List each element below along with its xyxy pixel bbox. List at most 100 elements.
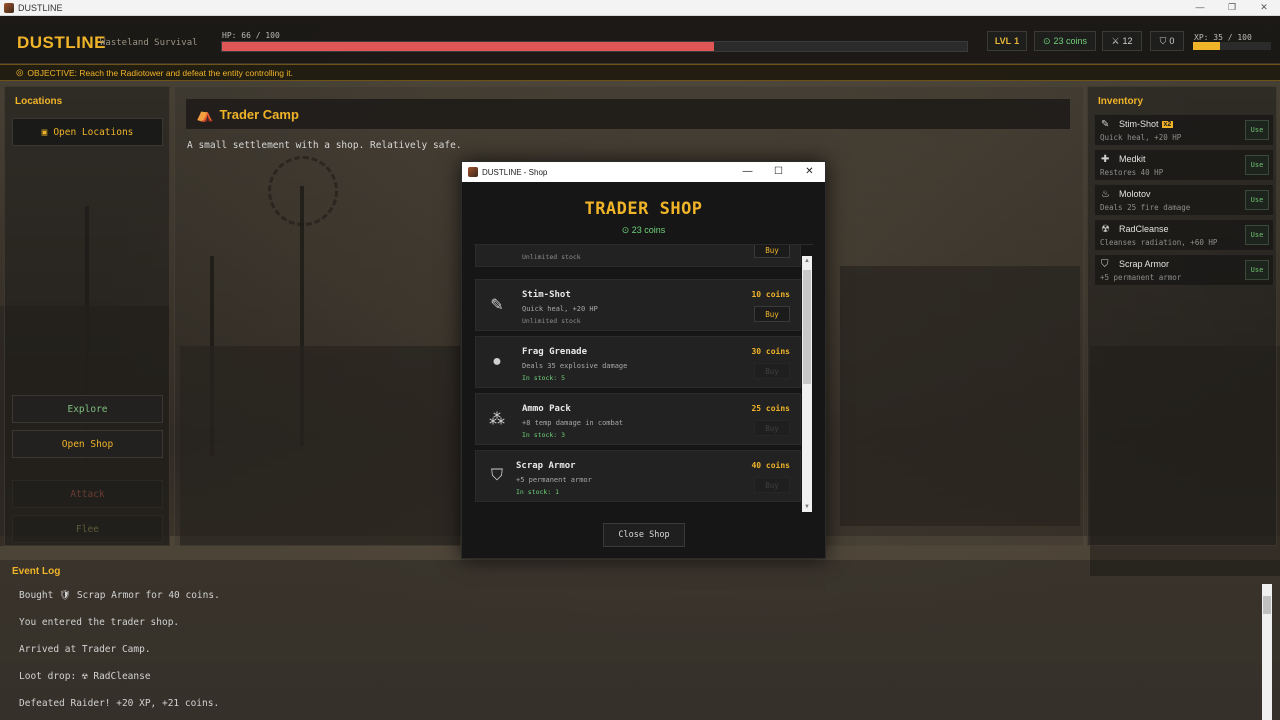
inventory-item-desc: Quick heal, +20 HP [1100, 133, 1182, 142]
crossed-swords-icon: ⚔ [1111, 35, 1120, 46]
log-line: Arrived at Trader Camp. [19, 644, 151, 655]
shop-item-stock: Unlimited stock [522, 253, 581, 261]
shop-item-desc: +5 permanent armor [516, 476, 592, 484]
quantity-badge: x2 [1161, 120, 1174, 128]
log-line: You entered the trader shop. [19, 617, 180, 628]
minimize-icon[interactable]: — [1184, 0, 1216, 16]
os-window-title: DUSTLINE [18, 2, 63, 13]
tent-icon: ⛺ [196, 105, 214, 122]
maximize-icon[interactable]: ☐ [763, 162, 794, 182]
location-title: Trader Camp [219, 106, 299, 122]
top-hud: DUSTLINE Wasteland Survival HP: 66 / 100… [0, 16, 1280, 64]
ammo-icon: ⁂ [489, 411, 505, 428]
buy-button[interactable]: Buy [754, 306, 790, 322]
shop-item-partial: Unlimited stock Buy [475, 245, 801, 267]
buy-button[interactable]: Buy [754, 363, 790, 379]
shop-item-name: Ammo Pack [522, 404, 571, 414]
shop-coins: ⊙ 23 coins [462, 225, 825, 236]
level-prefix: LVL [994, 36, 1012, 46]
kills-value: 12 [1122, 36, 1133, 46]
shop-item-stock: In stock: 3 [522, 431, 566, 439]
inventory-item-name: Scrap Armor [1119, 259, 1170, 269]
use-button[interactable]: Use [1245, 260, 1269, 280]
objective-bar: ◎ OBJECTIVE: Reach the Radiotower and de… [0, 64, 1280, 81]
close-shop-button[interactable]: Close Shop [603, 523, 685, 547]
open-shop-button[interactable]: Open Shop [12, 430, 163, 458]
syringe-icon: ✎ [490, 297, 504, 314]
use-button[interactable]: Use [1245, 120, 1269, 140]
map-icon: ▣ [41, 126, 48, 138]
shop-item: ✎ Stim-Shot Quick heal, +20 HP Unlimited… [475, 279, 801, 331]
hp-bar [221, 41, 968, 52]
flee-button[interactable]: Flee [12, 515, 163, 543]
syringe-icon: ✎ [1101, 119, 1110, 130]
kills-badge: ⚔ 12 [1102, 31, 1142, 51]
shop-coins-value: 23 coins [631, 225, 666, 235]
open-locations-label: Open Locations [53, 126, 134, 138]
inventory-item-name: RadCleanse [1119, 224, 1169, 234]
coins-value: 23 coins [1053, 36, 1088, 46]
buy-button[interactable]: Buy [754, 245, 790, 258]
shop-item: ⁂ Ammo Pack +8 temp damage in combat In … [475, 393, 801, 445]
shop-item-price: 40 coins [751, 461, 790, 470]
fire-icon: ♨ [1101, 189, 1110, 200]
use-button[interactable]: Use [1245, 225, 1269, 245]
inventory-item-name-row: Stim-Shot x2 [1119, 119, 1174, 129]
objective-icon: ◎ [16, 67, 24, 77]
maximize-icon[interactable]: ❐ [1216, 0, 1248, 16]
buy-button[interactable]: Buy [754, 477, 790, 493]
minimize-icon[interactable]: — [732, 162, 763, 182]
open-locations-button[interactable]: ▣ Open Locations [12, 118, 163, 146]
hp-bar-fill [222, 42, 714, 51]
brand-title: DUSTLINE [17, 33, 106, 52]
armor-value: 0 [1169, 36, 1175, 46]
radiation-icon: ☢ [1101, 224, 1110, 235]
level-badge: LVL 1 [987, 31, 1027, 51]
event-log-scrollbar[interactable] [1262, 584, 1272, 720]
shop-item-price: 30 coins [751, 347, 790, 356]
scrollbar-thumb[interactable] [803, 270, 811, 384]
shield-icon: ⛉ [490, 467, 503, 484]
locations-panel: Locations ▣ Open Locations Explore Open … [4, 86, 170, 546]
log-line: Defeated Raider! +20 XP, +21 coins. [19, 698, 220, 709]
shop-item-stock: In stock: 1 [516, 488, 560, 496]
level-value: 1 [1014, 36, 1020, 46]
brand-subtitle: Wasteland Survival [100, 38, 198, 48]
inventory-item-name: Stim-Shot [1119, 119, 1159, 129]
shield-icon: ⛉ [1101, 259, 1109, 270]
medkit-icon: ✚ [1101, 154, 1110, 165]
explore-button[interactable]: Explore [12, 395, 163, 423]
use-button[interactable]: Use [1245, 155, 1269, 175]
bomb-icon: ● [492, 353, 502, 370]
buy-button[interactable]: Buy [754, 420, 790, 436]
inventory-item-desc: Deals 25 fire damage [1100, 203, 1191, 212]
scrollbar-thumb[interactable] [1263, 596, 1271, 614]
location-description: A small settlement with a shop. Relative… [187, 140, 462, 151]
scroll-down-icon[interactable]: ▼ [802, 502, 812, 512]
inventory-item: ⛉ Scrap Armor +5 permanent armor Use [1094, 254, 1274, 286]
close-icon[interactable]: ✕ [794, 162, 825, 182]
inventory-item: ♨ Molotov Deals 25 fire damage Use [1094, 184, 1274, 216]
shop-window: DUSTLINE - Shop — ☐ ✕ TRADER SHOP ⊙ 23 c… [461, 161, 826, 559]
shop-item-desc: +8 temp damage in combat [522, 419, 624, 427]
coin-bag-icon: ⊙ [621, 225, 630, 235]
shop-item-price: 25 coins [751, 404, 790, 413]
hp-label: HP: 66 / 100 [222, 31, 280, 40]
shop-item-list: Unlimited stock Buy ✎ Stim-Shot Quick he… [474, 244, 813, 512]
attack-button[interactable]: Attack [12, 480, 163, 508]
inventory-item: ✎ Stim-Shot x2 Quick heal, +20 HP Use [1094, 114, 1274, 146]
shop-scrollbar[interactable]: ▲ ▼ [802, 256, 812, 512]
shop-item-price: 10 coins [751, 290, 790, 299]
event-log-panel: Event Log Bought 🛡 Scrap Armor for 40 co… [0, 560, 1280, 720]
close-icon[interactable]: ✕ [1248, 0, 1280, 16]
event-log-title: Event Log [12, 566, 61, 577]
use-button[interactable]: Use [1245, 190, 1269, 210]
xp-label: XP: 35 / 100 [1194, 33, 1252, 42]
shop-item-desc: Quick heal, +20 HP [522, 305, 598, 313]
inventory-item: ✚ Medkit Restores 40 HP Use [1094, 149, 1274, 181]
coin-bag-icon: ⊙ [1042, 35, 1051, 46]
scroll-up-icon[interactable]: ▲ [802, 256, 812, 266]
xp-bar [1193, 42, 1271, 50]
app-icon [4, 2, 14, 13]
log-line: Loot drop: ☢ RadCleanse [19, 671, 151, 682]
